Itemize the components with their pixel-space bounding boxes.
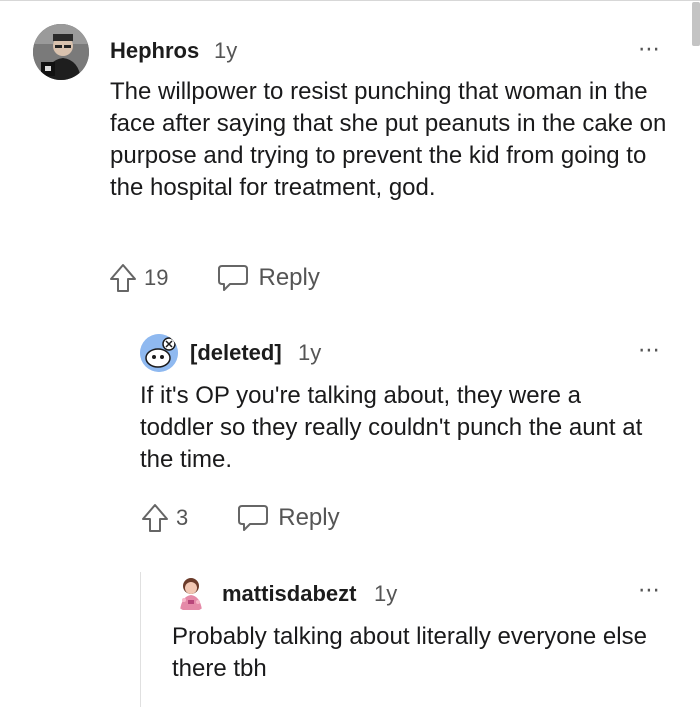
more-options-icon[interactable]: ⋯ (638, 339, 661, 361)
more-options-icon[interactable]: ⋯ (638, 579, 661, 601)
vote-count: 3 (176, 505, 189, 530)
comment-author[interactable]: Hephros (110, 38, 199, 64)
upvote-arrow-icon (110, 264, 136, 292)
comment-body: The willpower to resist punching that wo… (110, 78, 667, 201)
comment-body: If it's OP you're talking about, they we… (140, 382, 643, 473)
custom-avatar-icon (180, 578, 202, 610)
upvote-button[interactable]: 3 (140, 502, 188, 534)
top-divider (0, 0, 700, 1)
more-options-icon[interactable]: ⋯ (638, 38, 661, 60)
upvote-button[interactable]: 19 (108, 262, 168, 294)
reply-button[interactable]: Reply (236, 503, 340, 533)
comment-actions: 19 Reply (108, 262, 320, 294)
user-photo-icon (33, 24, 89, 80)
comment-body: Probably talking about literally everyon… (172, 623, 647, 682)
speech-bubble-icon (218, 265, 249, 291)
comment-author[interactable]: mattisdabezt (222, 581, 356, 607)
thread-line[interactable] (140, 572, 141, 707)
avatar[interactable] (33, 24, 89, 80)
reply-label: Reply (258, 264, 320, 291)
comment-age: 1y (374, 581, 398, 606)
avatar[interactable] (140, 334, 178, 372)
comment-actions: 3 Reply (140, 502, 340, 534)
reply-button[interactable]: Reply (216, 263, 320, 293)
upvote-arrow-icon (142, 504, 168, 532)
comment-age: 1y (298, 340, 322, 365)
reply-label: Reply (278, 504, 340, 531)
speech-bubble-icon (238, 505, 269, 531)
vote-count: 19 (144, 265, 169, 290)
comment-age: 1y (214, 38, 238, 63)
comment-author[interactable]: [deleted] (190, 340, 282, 366)
scrollbar[interactable] (692, 2, 700, 46)
default-snoo-avatar-icon (140, 334, 178, 372)
avatar[interactable] (172, 574, 210, 612)
